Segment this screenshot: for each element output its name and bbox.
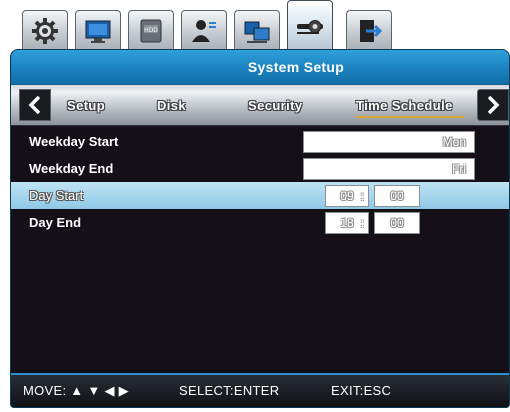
day-start-hour-value: 09 [340,189,354,203]
day-end-label: Day End [29,215,82,230]
weekday-end-label: Weekday End [29,161,114,176]
row-weekday-end[interactable]: Weekday End Fri [11,155,509,182]
subtab-disk[interactable]: Disk [157,85,186,127]
system-settings-icon [297,19,323,34]
subtab-security[interactable]: Security [248,85,303,127]
tab-system[interactable] [287,0,333,50]
key-help-footer: MOVE: ▲ ▼ ◀ ▶ SELECT:ENTER EXIT:ESC [11,373,509,407]
time-separator: : [360,216,364,230]
row-day-start[interactable]: Day Start 09 : 00 [11,182,509,209]
day-end-hour[interactable]: 18 : [325,212,369,234]
row-weekday-start[interactable]: Weekday Start Mon [11,128,509,155]
system-setup-dialog: System Setup Setup Disk Security Time Sc… [10,49,510,408]
users-icon [192,19,216,42]
chevron-right-icon [487,95,500,115]
day-start-hour[interactable]: 09 : [325,185,369,207]
next-tab-button[interactable] [477,89,509,121]
subtab-setup[interactable]: Setup [67,85,105,127]
settings-list: Weekday Start Mon Weekday End Fri Day St… [11,128,509,236]
active-subtab-indicator [356,116,464,118]
move-hint: MOVE: ▲ ▼ ◀ ▶ [23,383,129,398]
weekday-start-label: Weekday Start [29,134,119,149]
chevron-left-icon [28,95,41,115]
exit-hint: EXIT:ESC [331,383,392,398]
tab-display[interactable] [75,10,121,50]
monitor-icon [85,20,111,43]
menu-icon-tabs: HDD [14,0,398,50]
time-separator: : [360,189,364,203]
weekday-start-value[interactable]: Mon [303,131,475,153]
tab-exit[interactable] [346,10,392,50]
svg-text:HDD: HDD [144,27,158,34]
day-start-minute[interactable]: 00 [374,185,420,207]
hdd-icon: HDD [140,19,162,42]
weekday-end-value[interactable]: Fri [303,158,475,180]
network-icon [244,21,270,43]
gear-icon [32,17,58,44]
day-end-minute[interactable]: 00 [374,212,420,234]
subtab-time-schedule[interactable]: Time Schedule [356,85,453,127]
tab-users[interactable] [181,10,227,50]
previous-tab-button[interactable] [19,89,51,121]
subtab-bar: Setup Disk Security Time Schedule [11,84,509,126]
row-day-end[interactable]: Day End 18 : 00 [11,209,509,236]
dialog-title: System Setup [11,50,509,84]
select-hint: SELECT:ENTER [179,383,280,398]
day-start-label: Day Start [29,188,84,203]
exit-icon [360,19,383,42]
tab-general-settings[interactable] [22,10,68,50]
tab-hdd[interactable]: HDD [128,10,174,50]
tab-network[interactable] [234,10,280,50]
day-end-hour-value: 18 [340,216,354,230]
